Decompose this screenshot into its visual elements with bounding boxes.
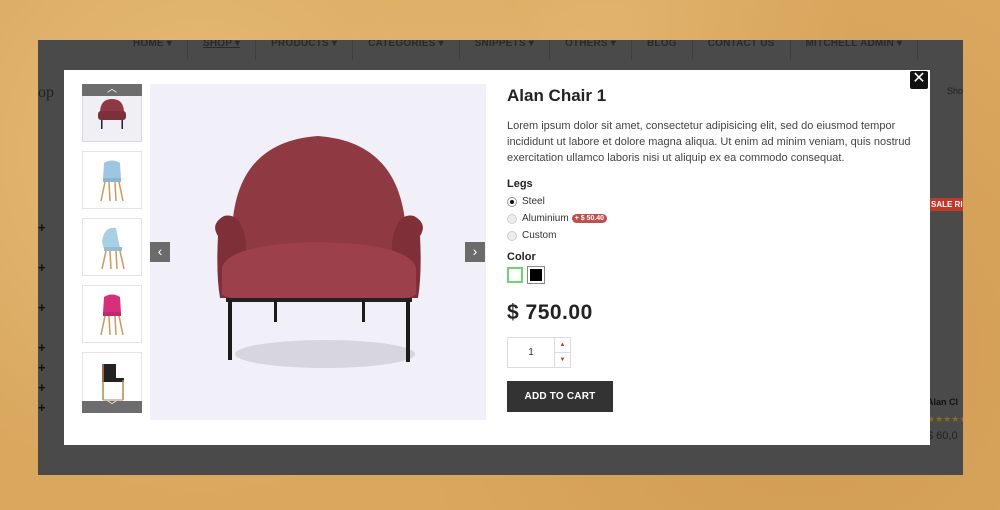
product-price-fragment: $ 60,0 xyxy=(927,430,958,442)
pink-chair-image xyxy=(100,294,124,336)
expand-plus-icon[interactable]: + xyxy=(38,360,46,375)
red-armchair-main-image xyxy=(215,136,423,368)
product-details: Alan Chair 1 Lorem ipsum dolor sit amet,… xyxy=(507,84,912,412)
color-swatch-black[interactable] xyxy=(527,266,545,284)
image-prev-icon[interactable]: ‹ xyxy=(150,242,170,262)
product-title: Alan Chair 1 xyxy=(507,86,607,105)
thumbnail-up-icon[interactable]: ︿ xyxy=(82,84,142,96)
option-label: Aluminium xyxy=(522,213,569,224)
expand-plus-icon[interactable]: + xyxy=(38,380,46,395)
legs-option-custom[interactable]: Custom xyxy=(507,230,912,241)
close-icon[interactable]: ✕ xyxy=(909,70,929,90)
legs-label: Legs xyxy=(507,178,533,190)
nav-user-menu[interactable]: MITCHELL ADMIN ▾ xyxy=(791,40,919,60)
nav-categories[interactable]: CATEGORIES ▾ xyxy=(353,40,460,60)
radio-button[interactable] xyxy=(507,230,517,241)
color-swatches xyxy=(507,266,912,284)
light-blue-chair-image xyxy=(101,227,125,270)
radio-button[interactable] xyxy=(507,196,517,207)
sale-ribbon: SALE RIB xyxy=(927,198,963,211)
image-next-icon[interactable]: › xyxy=(465,242,485,262)
color-swatch-white[interactable] xyxy=(507,267,523,283)
thumbnail-pink-eames-chair[interactable] xyxy=(82,285,142,343)
legs-option-aluminium[interactable]: Aluminium + $ 50.40 xyxy=(507,213,912,224)
color-label: Color xyxy=(507,251,536,263)
thumbnail-down-icon[interactable]: ﹀ xyxy=(82,401,142,413)
quantity-stepper: ▲ ▼ xyxy=(507,337,571,368)
expand-plus-icon[interactable]: + xyxy=(38,400,46,415)
quantity-input[interactable] xyxy=(508,338,554,367)
radio-button[interactable] xyxy=(507,213,517,224)
page-title-fragment: op xyxy=(38,84,54,101)
expand-plus-icon[interactable]: + xyxy=(38,260,46,275)
quantity-buttons: ▲ ▼ xyxy=(554,338,570,367)
expand-plus-icon[interactable]: + xyxy=(38,220,46,235)
nav-products[interactable]: PRODUCTS ▾ xyxy=(256,40,354,60)
thumbnail-carousel: ︿ ﹀ xyxy=(82,84,142,414)
red-armchair-image xyxy=(98,99,126,129)
black-chair-image xyxy=(102,364,124,401)
thumbnail-blue-eames-chair[interactable] xyxy=(82,151,142,209)
expand-plus-icon[interactable]: + xyxy=(38,340,46,355)
thumbnail-light-blue-eames-chair[interactable] xyxy=(82,218,142,276)
rating-stars: ★★★★★ xyxy=(927,414,963,424)
extra-price-badge: + $ 50.40 xyxy=(571,214,608,223)
quick-view-modal: ︿ ﹀ ‹ › Alan Chair 1 Lorem ipsum dolor s… xyxy=(64,70,930,445)
blue-chair-image xyxy=(100,160,124,202)
add-to-cart-button[interactable]: ADD TO CART xyxy=(507,381,613,412)
main-product-image xyxy=(150,84,486,420)
top-navigation: HOME ▾ SHOP ▾ PRODUCTS ▾ CATEGORIES ▾ SN… xyxy=(38,40,963,60)
nav-snippets[interactable]: SNIPPETS ▾ xyxy=(460,40,550,60)
nav-home[interactable]: HOME ▾ xyxy=(118,40,188,60)
product-name-fragment[interactable]: Alan Cl xyxy=(927,397,963,407)
legs-option-steel[interactable]: Steel xyxy=(507,196,912,207)
quantity-increase-icon[interactable]: ▲ xyxy=(555,338,570,353)
product-description: Lorem ipsum dolor sit amet, consectetur … xyxy=(507,120,911,164)
nav-contact-us[interactable]: CONTACT US xyxy=(693,40,791,60)
product-price: $ 750.00 xyxy=(507,301,593,324)
option-label: Steel xyxy=(522,196,545,207)
nav-shop[interactable]: SHOP ▾ xyxy=(188,40,257,60)
expand-plus-icon[interactable]: + xyxy=(38,300,46,315)
option-label: Custom xyxy=(522,230,557,241)
quantity-decrease-icon[interactable]: ▼ xyxy=(555,353,570,367)
nav-blog[interactable]: BLOG xyxy=(632,40,693,60)
show-label-fragment: Sho xyxy=(946,86,963,96)
nav-others[interactable]: OTHERS ▾ xyxy=(550,40,633,60)
